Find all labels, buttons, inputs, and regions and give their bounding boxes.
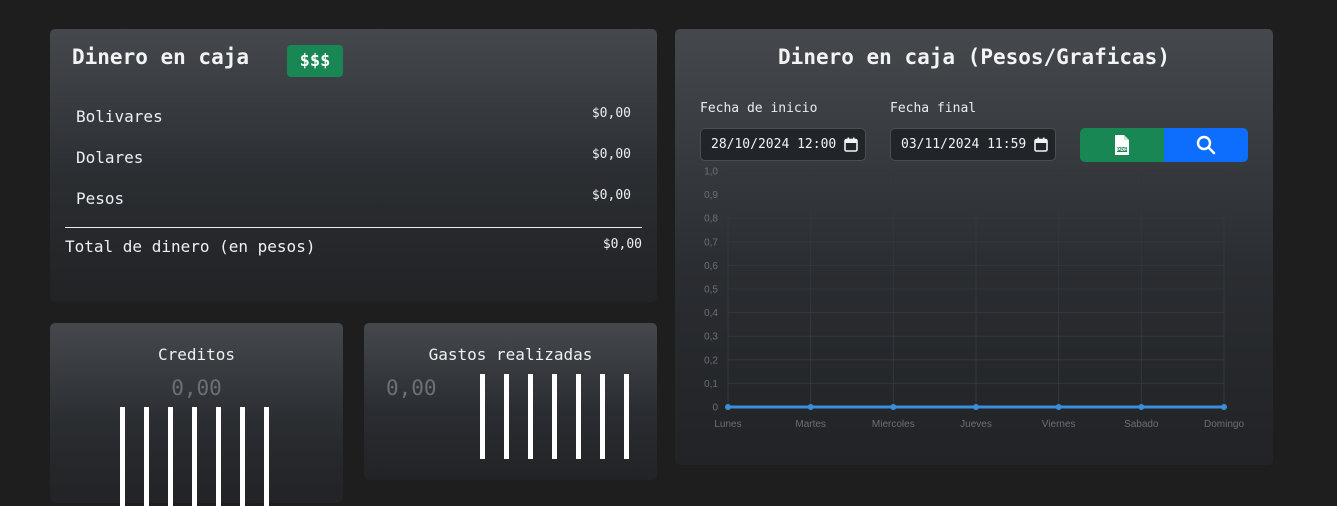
y-tick-label: 0,9 (704, 190, 718, 201)
data-point (1221, 404, 1227, 410)
x-tick-label: Jueves (960, 419, 992, 430)
y-tick-label: 0,6 (704, 261, 718, 272)
y-tick-label: 0,7 (704, 237, 718, 248)
x-tick-label: Lunes (714, 419, 741, 430)
bolivares-label: Bolivares (76, 107, 163, 126)
y-tick-label: 0,2 (704, 355, 718, 366)
expenses-title: Gastos realizadas (428, 345, 593, 364)
x-tick-label: Sabado (1124, 419, 1159, 430)
data-point (1138, 404, 1145, 410)
data-point (1055, 404, 1062, 410)
total-label: Total de dinero (en pesos) (65, 237, 316, 256)
cash-summary-card: Dinero en caja $$$ Bolivares $0,00 Dolar… (50, 29, 657, 302)
y-tick-label: 0,5 (704, 285, 718, 296)
expenses-value: 0,00 (386, 376, 437, 400)
cash-chart-card: Dinero en caja (Pesos/Graficas) Fecha de… (675, 29, 1273, 465)
barcode-icon (120, 407, 269, 506)
bolivares-value: $0,00 (591, 106, 631, 121)
x-tick-label: Viernes (1042, 419, 1076, 430)
total-value: $0,00 (602, 237, 642, 252)
y-tick-label: 0,4 (704, 308, 718, 319)
total-divider (65, 227, 642, 228)
data-point (725, 404, 731, 410)
pesos-value: $0,00 (591, 188, 631, 203)
data-point (807, 404, 814, 410)
y-tick-label: 1,0 (704, 167, 718, 178)
barcode-icon (480, 374, 629, 459)
credits-card: Creditos 0,00 (50, 323, 343, 506)
dolares-value: $0,00 (591, 147, 631, 162)
data-point (890, 404, 897, 410)
dolares-label: Dolares (76, 148, 144, 167)
y-tick-label: 0,8 (704, 214, 718, 225)
cash-summary-title: Dinero en caja (72, 45, 250, 69)
y-tick-label: 0 (712, 403, 718, 414)
credits-title: Creditos (157, 345, 236, 364)
x-tick-label: Martes (795, 419, 826, 430)
credits-value: 0,00 (171, 376, 222, 400)
x-tick-label: Domingo (1204, 419, 1244, 430)
y-tick-label: 0,1 (704, 379, 718, 390)
y-tick-label: 0,3 (704, 332, 718, 343)
x-tick-label: Miercoles (872, 419, 915, 430)
expenses-card: Gastos realizadas 0,00 (364, 323, 657, 480)
cash-line-chart: 0 0,1 0,2 0,3 0,4 0,5 0,6 0,7 0,8 0,9 1,0 Lunes Mart… (704, 167, 1244, 431)
pesos-label: Pesos (76, 189, 125, 208)
data-point (973, 404, 979, 410)
currency-badge: $$$ (287, 45, 343, 77)
